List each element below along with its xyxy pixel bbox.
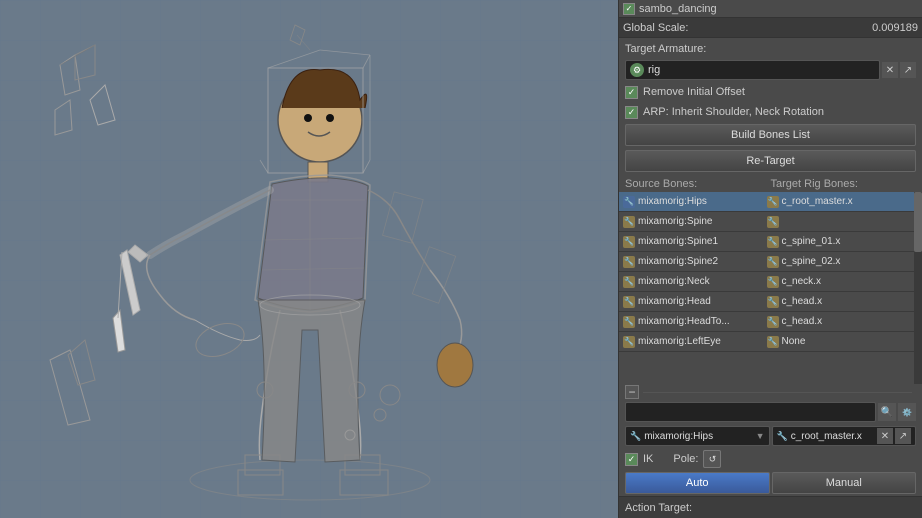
- auto-manual-buttons: Auto Manual: [625, 472, 916, 494]
- action-target-label: Action Target:: [625, 502, 692, 514]
- bone-icon-spine: 🔧: [623, 216, 635, 228]
- bone-row-spine[interactable]: 🔧 mixamorig:Spine 🔧: [619, 212, 914, 232]
- bone-target-lefteye: 🔧 None: [767, 336, 911, 348]
- bone-icon-hips: 🔧: [623, 196, 635, 208]
- retarget-button[interactable]: Re-Target: [625, 150, 916, 172]
- search-input[interactable]: [626, 406, 875, 418]
- target-dropdown-browse[interactable]: ↗: [895, 428, 911, 444]
- bone-icon-target-hips: 🔧: [767, 196, 779, 208]
- bone-row-headto[interactable]: 🔧 mixamorig:HeadTo... 🔧 c_head.x: [619, 312, 914, 332]
- search-magnify-button[interactable]: 🔍: [878, 403, 896, 421]
- search-extra-button[interactable]: ⚙️: [898, 403, 916, 421]
- bone-icon-target-spine2: 🔧: [767, 256, 779, 268]
- remove-offset-label: Remove Initial Offset: [643, 86, 745, 98]
- arp-inherit-row: ARP: Inherit Shoulder, Neck Rotation: [619, 102, 922, 122]
- bones-scrollbar[interactable]: [914, 192, 922, 384]
- bones-with-scroll: 🔧 mixamorig:Hips 🔧 c_root_master.x 🔧 mix…: [619, 192, 922, 384]
- sambo-label: sambo_dancing: [639, 3, 717, 15]
- bone-target-spine1: 🔧 c_spine_01.x: [767, 236, 911, 248]
- bone-source-spine1: 🔧 mixamorig:Spine1: [623, 236, 767, 248]
- build-bones-button[interactable]: Build Bones List: [625, 124, 916, 146]
- arp-inherit-label: ARP: Inherit Shoulder, Neck Rotation: [643, 106, 824, 118]
- global-scale-value: 0.009189: [872, 22, 918, 34]
- bone-row-spine2[interactable]: 🔧 mixamorig:Spine2 🔧 c_spine_02.x: [619, 252, 914, 272]
- target-armature-label: Target Armature:: [625, 43, 706, 55]
- remove-offset-checkbox[interactable]: [625, 86, 638, 99]
- rig-field[interactable]: ⚙ rig: [625, 60, 880, 80]
- target-dropdown[interactable]: 🔧 c_root_master.x ✕ ↗: [772, 426, 917, 446]
- bone-source-hips: 🔧 mixamorig:Hips: [623, 196, 767, 208]
- source-dropdown-value: mixamorig:Hips: [644, 431, 713, 442]
- bone-row-hips[interactable]: 🔧 mixamorig:Hips 🔧 c_root_master.x: [619, 192, 914, 212]
- bone-icon-target-headto: 🔧: [767, 316, 779, 328]
- search-area: 🔍 ⚙️: [625, 402, 916, 422]
- bone-target-neck: 🔧 c_neck.x: [767, 276, 911, 288]
- rig-browse-button[interactable]: ↗: [900, 62, 916, 78]
- global-scale-label: Global Scale:: [623, 22, 688, 34]
- viewport-3d[interactable]: [0, 0, 618, 518]
- target-dropdown-icon: 🔧: [777, 431, 788, 442]
- bone-icon-target-head: 🔧: [767, 296, 779, 308]
- ik-checkbox[interactable]: [625, 453, 638, 466]
- ik-label: IK: [643, 453, 653, 465]
- bone-icon-lefteye: 🔧: [623, 336, 635, 348]
- target-dropdown-clear[interactable]: ✕: [877, 428, 893, 444]
- scrollbar-thumb[interactable]: [914, 192, 922, 252]
- source-dropdown-arrow: ▼: [756, 431, 765, 441]
- bones-header: Source Bones: Target Rig Bones:: [619, 176, 922, 192]
- bone-target-head: 🔧 c_head.x: [767, 296, 911, 308]
- action-target-row: Action Target:: [619, 496, 922, 518]
- pole-label: Pole:: [673, 453, 698, 465]
- bone-target-headto: 🔧 c_head.x: [767, 316, 911, 328]
- minus-row: −: [619, 384, 922, 400]
- bone-icon-headto: 🔧: [623, 316, 635, 328]
- bone-source-neck: 🔧 mixamorig:Neck: [623, 276, 767, 288]
- sambo-checkbox[interactable]: [623, 3, 635, 15]
- bone-row-spine1[interactable]: 🔧 mixamorig:Spine1 🔧 c_spine_01.x: [619, 232, 914, 252]
- bone-source-headto: 🔧 mixamorig:HeadTo...: [623, 316, 767, 328]
- bone-icon-spine2: 🔧: [623, 256, 635, 268]
- source-dropdown-icon: 🔧: [630, 431, 641, 442]
- rig-clear-button[interactable]: ✕: [882, 62, 898, 78]
- target-dropdown-value: c_root_master.x: [791, 431, 862, 442]
- bone-source-head: 🔧 mixamorig:Head: [623, 296, 767, 308]
- auto-button[interactable]: Auto: [625, 472, 770, 494]
- manual-button[interactable]: Manual: [772, 472, 917, 494]
- bones-rows-area: 🔧 mixamorig:Hips 🔧 c_root_master.x 🔧 mix…: [619, 192, 914, 384]
- source-target-dropdowns: 🔧 mixamorig:Hips ▼ 🔧 c_root_master.x ✕ ↗: [625, 426, 916, 446]
- character-wireframe: [0, 0, 618, 518]
- target-bones-header: Target Rig Bones:: [771, 178, 917, 190]
- remove-offset-row: Remove Initial Offset: [619, 82, 922, 102]
- rig-icon: ⚙: [630, 63, 644, 77]
- bone-source-spine2: 🔧 mixamorig:Spine2: [623, 256, 767, 268]
- search-row[interactable]: [625, 402, 876, 422]
- bone-icon-target-lefteye: 🔧: [767, 336, 779, 348]
- ik-row: IK Pole: ↺: [619, 448, 922, 470]
- right-panel: sambo_dancing Global Scale: 0.009189 Tar…: [618, 0, 922, 518]
- rig-value: rig: [648, 64, 875, 76]
- bone-row-lefteye[interactable]: 🔧 mixamorig:LeftEye 🔧 None: [619, 332, 914, 352]
- bone-target-spine2: 🔧 c_spine_02.x: [767, 256, 911, 268]
- target-armature-row: Target Armature:: [619, 38, 922, 60]
- bone-target-hips: 🔧 c_root_master.x: [767, 196, 911, 208]
- bone-target-spine: 🔧: [767, 216, 911, 228]
- sambo-row: sambo_dancing: [619, 0, 922, 18]
- source-dropdown[interactable]: 🔧 mixamorig:Hips ▼: [625, 426, 770, 446]
- pole-icon[interactable]: ↺: [703, 450, 721, 468]
- bone-icon-target-neck: 🔧: [767, 276, 779, 288]
- bone-icon-target-spine1: 🔧: [767, 236, 779, 248]
- bone-row-head[interactable]: 🔧 mixamorig:Head 🔧 c_head.x: [619, 292, 914, 312]
- arp-inherit-checkbox[interactable]: [625, 106, 638, 119]
- global-scale-row: Global Scale: 0.009189: [619, 18, 922, 38]
- bone-icon-head: 🔧: [623, 296, 635, 308]
- bone-source-lefteye: 🔧 mixamorig:LeftEye: [623, 336, 767, 348]
- source-bones-header: Source Bones:: [625, 178, 771, 190]
- bone-icon-neck: 🔧: [623, 276, 635, 288]
- bone-row-neck[interactable]: 🔧 mixamorig:Neck 🔧 c_neck.x: [619, 272, 914, 292]
- bones-list: 🔧 mixamorig:Hips 🔧 c_root_master.x 🔧 mix…: [619, 192, 922, 400]
- bone-icon-target-spine: 🔧: [767, 216, 779, 228]
- bone-source-spine: 🔧 mixamorig:Spine: [623, 216, 767, 228]
- remove-bone-button[interactable]: −: [625, 385, 639, 399]
- bone-icon-spine1: 🔧: [623, 236, 635, 248]
